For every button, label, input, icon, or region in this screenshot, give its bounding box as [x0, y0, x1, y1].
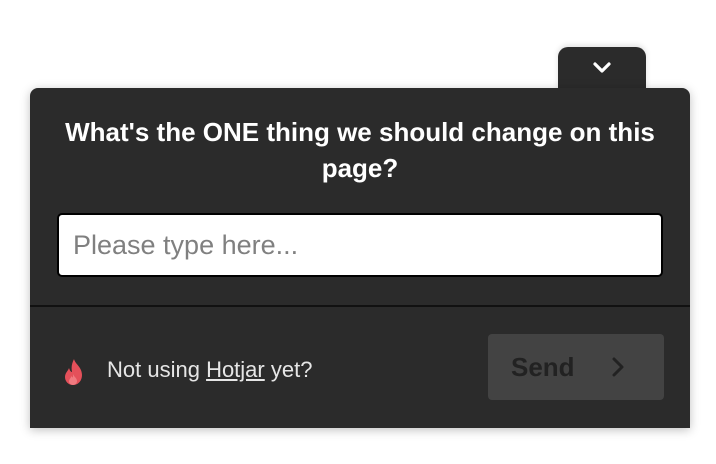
feedback-question: What's the ONE thing we should change on…: [65, 117, 655, 183]
widget-footer: Not using Hotjar yet? Send: [30, 307, 690, 428]
flame-icon: [65, 359, 82, 385]
feedback-widget-stage: What's the ONE thing we should change on…: [0, 0, 716, 464]
collapse-toggle-tab[interactable]: [558, 47, 646, 93]
feedback-widget-panel: What's the ONE thing we should change on…: [30, 88, 690, 428]
hotjar-promo-text: Not using Hotjar yet?: [107, 357, 312, 383]
promo-prefix: Not using: [107, 357, 207, 382]
hotjar-link[interactable]: Hotjar: [206, 357, 265, 382]
chevron-right-icon: [612, 357, 624, 377]
send-button-label: Send: [511, 351, 575, 382]
send-button[interactable]: Send: [488, 334, 664, 400]
feedback-answer-input[interactable]: [57, 213, 663, 277]
promo-suffix: yet?: [264, 357, 313, 382]
chevron-down-icon: [593, 62, 611, 73]
